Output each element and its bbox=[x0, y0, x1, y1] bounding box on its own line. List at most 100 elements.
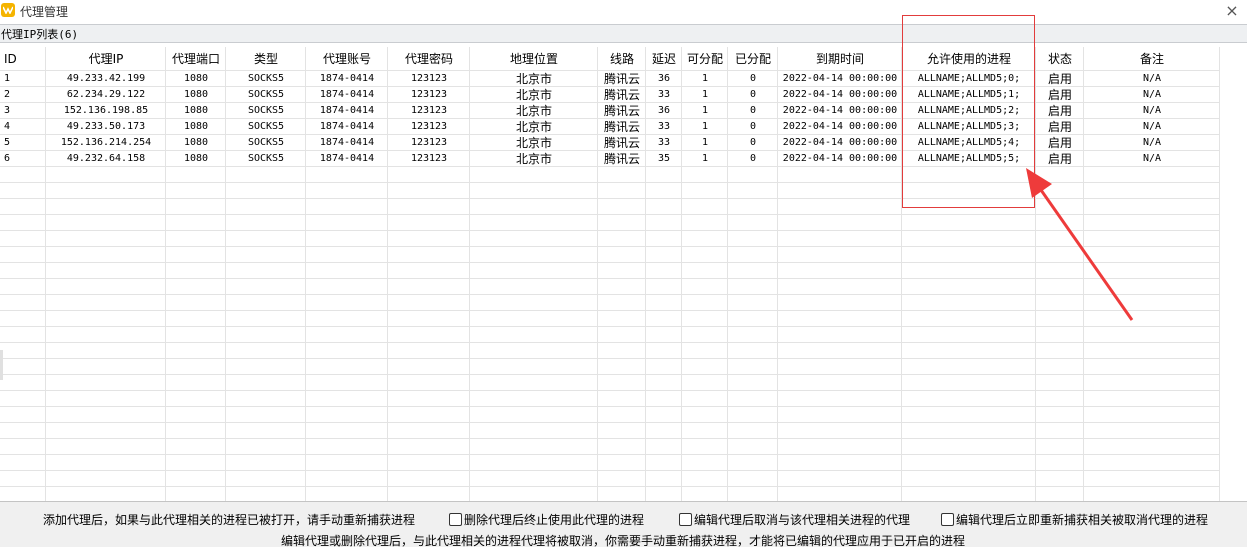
proxy-list-caption: 代理IP列表(6) bbox=[0, 24, 1247, 43]
table-cell: SOCKS5 bbox=[247, 137, 285, 148]
table-cell: 2 bbox=[4, 89, 11, 100]
column-header[interactable]: 代理端口 bbox=[166, 47, 226, 71]
table-cell: SOCKS5 bbox=[247, 121, 285, 132]
table-cell: ALLNAME;ALLMD5;0; bbox=[917, 73, 1021, 84]
table-cell: SOCKS5 bbox=[247, 73, 285, 84]
table-cell: 1874-0414 bbox=[319, 121, 375, 132]
table-cell: ALLNAME;ALLMD5;1; bbox=[917, 89, 1021, 100]
table-cell: N/A bbox=[1142, 121, 1162, 132]
table-row[interactable]: 4 49.233.50.173 1080 SOCKS5 1874-0414 123123 北… bbox=[0, 119, 1220, 135]
column-header[interactable]: 地理位置 bbox=[470, 47, 598, 71]
table-cell: 1 bbox=[701, 121, 709, 132]
table-cell: 33 bbox=[657, 121, 671, 132]
table-header: ID 代理IP 代理端口 类型 代理账号 代理密码 地理位置 线路 延迟 可分配 已分配 到期时间 允许… bbox=[0, 47, 1220, 71]
table-cell: 2022-04-14 00:00:00 bbox=[782, 105, 898, 116]
table-cell: ALLNAME;ALLMD5;5; bbox=[917, 153, 1021, 164]
column-header[interactable]: 类型 bbox=[226, 47, 306, 71]
table-cell: N/A bbox=[1142, 105, 1162, 116]
table-cell: 2022-04-14 00:00:00 bbox=[782, 89, 898, 100]
table-cell: 启用 bbox=[1047, 72, 1072, 86]
terminate-on-delete-option[interactable]: 删除代理后终止使用此代理的进程 bbox=[449, 511, 644, 528]
column-header[interactable]: 可分配 bbox=[682, 47, 728, 71]
recapture-on-edit-option[interactable]: 编辑代理后立即重新捕获相关被取消代理的进程 bbox=[941, 511, 1208, 528]
column-header[interactable]: 允许使用的进程 bbox=[902, 47, 1036, 71]
table-cell: 36 bbox=[657, 73, 671, 84]
table-cell: 1 bbox=[701, 153, 709, 164]
terminate-on-delete-checkbox[interactable] bbox=[449, 513, 462, 526]
table-cell: SOCKS5 bbox=[247, 89, 285, 100]
column-header[interactable]: 备注 bbox=[1084, 47, 1220, 71]
table-cell: 35 bbox=[657, 153, 671, 164]
table-row[interactable]: 2 62.234.29.122 1080 SOCKS5 1874-0414 123123 北… bbox=[0, 87, 1220, 103]
table-cell: 启用 bbox=[1047, 104, 1072, 118]
add-proxy-note: 添加代理后，如果与此代理相关的进程已被打开，请手动重新捕获进程 bbox=[43, 513, 416, 527]
table-cell: 123123 bbox=[410, 89, 448, 100]
table-cell: N/A bbox=[1142, 89, 1162, 100]
column-header[interactable]: 线路 bbox=[598, 47, 646, 71]
table-row[interactable]: 6 49.232.64.158 1080 SOCKS5 1874-0414 123123 北… bbox=[0, 151, 1220, 167]
table-cell: 1080 bbox=[183, 137, 209, 148]
table-cell: 北京市 bbox=[515, 104, 552, 118]
table-cell: 123123 bbox=[410, 73, 448, 84]
table-cell: 腾讯云 bbox=[603, 152, 640, 166]
table-cell: 启用 bbox=[1047, 136, 1072, 150]
table-cell: 1080 bbox=[183, 89, 209, 100]
table-cell: 1 bbox=[4, 73, 11, 84]
proxy-table[interactable]: ID 代理IP 代理端口 类型 代理账号 代理密码 地理位置 线路 延迟 可分配 已分配 到期时间 允许… bbox=[0, 47, 1220, 501]
table-cell: 123123 bbox=[410, 137, 448, 148]
table-cell: 0 bbox=[749, 137, 757, 148]
table-cell: 0 bbox=[749, 89, 757, 100]
table-cell: 0 bbox=[749, 73, 757, 84]
table-cell: N/A bbox=[1142, 137, 1162, 148]
column-header[interactable]: 代理IP bbox=[46, 47, 166, 71]
table-cell: 123123 bbox=[410, 121, 448, 132]
table-cell: 123123 bbox=[410, 105, 448, 116]
column-header[interactable]: 代理密码 bbox=[388, 47, 470, 71]
table-cell: ALLNAME;ALLMD5;2; bbox=[917, 105, 1021, 116]
table-cell: 2022-04-14 00:00:00 bbox=[782, 73, 898, 84]
table-cell: 启用 bbox=[1047, 152, 1072, 166]
table-cell: 1 bbox=[701, 137, 709, 148]
table-cell: 5 bbox=[4, 137, 11, 148]
table-cell: 0 bbox=[749, 153, 757, 164]
column-header[interactable]: 已分配 bbox=[728, 47, 778, 71]
table-cell: 2022-04-14 00:00:00 bbox=[782, 121, 898, 132]
table-cell: 1874-0414 bbox=[319, 153, 375, 164]
table-cell: 腾讯云 bbox=[603, 88, 640, 102]
table-cell: 1080 bbox=[183, 153, 209, 164]
table-cell: 腾讯云 bbox=[603, 104, 640, 118]
cancel-on-edit-checkbox[interactable] bbox=[679, 513, 692, 526]
table-cell: 49.233.42.199 bbox=[66, 73, 146, 84]
table-cell: 1 bbox=[701, 73, 709, 84]
column-header[interactable]: 状态 bbox=[1036, 47, 1084, 71]
table-cell: 0 bbox=[749, 105, 757, 116]
table-cell: 4 bbox=[4, 121, 11, 132]
table-row[interactable]: 3 152.136.198.85 1080 SOCKS5 1874-0414 123123… bbox=[0, 103, 1220, 119]
table-cell: 启用 bbox=[1047, 88, 1072, 102]
table-row[interactable]: 1 49.233.42.199 1080 SOCKS5 1874-0414 123123 北… bbox=[0, 71, 1220, 87]
side-handle[interactable] bbox=[0, 350, 3, 380]
column-header[interactable]: 代理账号 bbox=[306, 47, 388, 71]
table-cell: 北京市 bbox=[515, 136, 552, 150]
table-cell: 启用 bbox=[1047, 120, 1072, 134]
table-cell: 1 bbox=[701, 89, 709, 100]
table-cell: SOCKS5 bbox=[247, 105, 285, 116]
column-header[interactable]: 延迟 bbox=[646, 47, 682, 71]
column-header[interactable]: 到期时间 bbox=[778, 47, 902, 71]
table-cell: 北京市 bbox=[515, 72, 552, 86]
table-cell: 北京市 bbox=[515, 120, 552, 134]
table-row[interactable]: 5 152.136.214.254 1080 SOCKS5 1874-0414 12312… bbox=[0, 135, 1220, 151]
table-cell: 6 bbox=[4, 153, 11, 164]
title-bar: 代理管理 × bbox=[0, 0, 1247, 22]
cancel-on-edit-option[interactable]: 编辑代理后取消与该代理相关进程的代理 bbox=[679, 511, 910, 528]
recapture-on-edit-checkbox[interactable] bbox=[941, 513, 954, 526]
close-button[interactable]: × bbox=[1223, 2, 1241, 20]
terminate-on-delete-label: 删除代理后终止使用此代理的进程 bbox=[464, 513, 645, 527]
table-cell: ALLNAME;ALLMD5;4; bbox=[917, 137, 1021, 148]
table-cell: 1874-0414 bbox=[319, 73, 375, 84]
table-cell: 152.136.198.85 bbox=[63, 105, 149, 116]
table-cell: 1874-0414 bbox=[319, 89, 375, 100]
table-cell: N/A bbox=[1142, 153, 1162, 164]
column-header[interactable]: ID bbox=[0, 47, 46, 71]
recapture-on-edit-label: 编辑代理后立即重新捕获相关被取消代理的进程 bbox=[956, 513, 1209, 527]
